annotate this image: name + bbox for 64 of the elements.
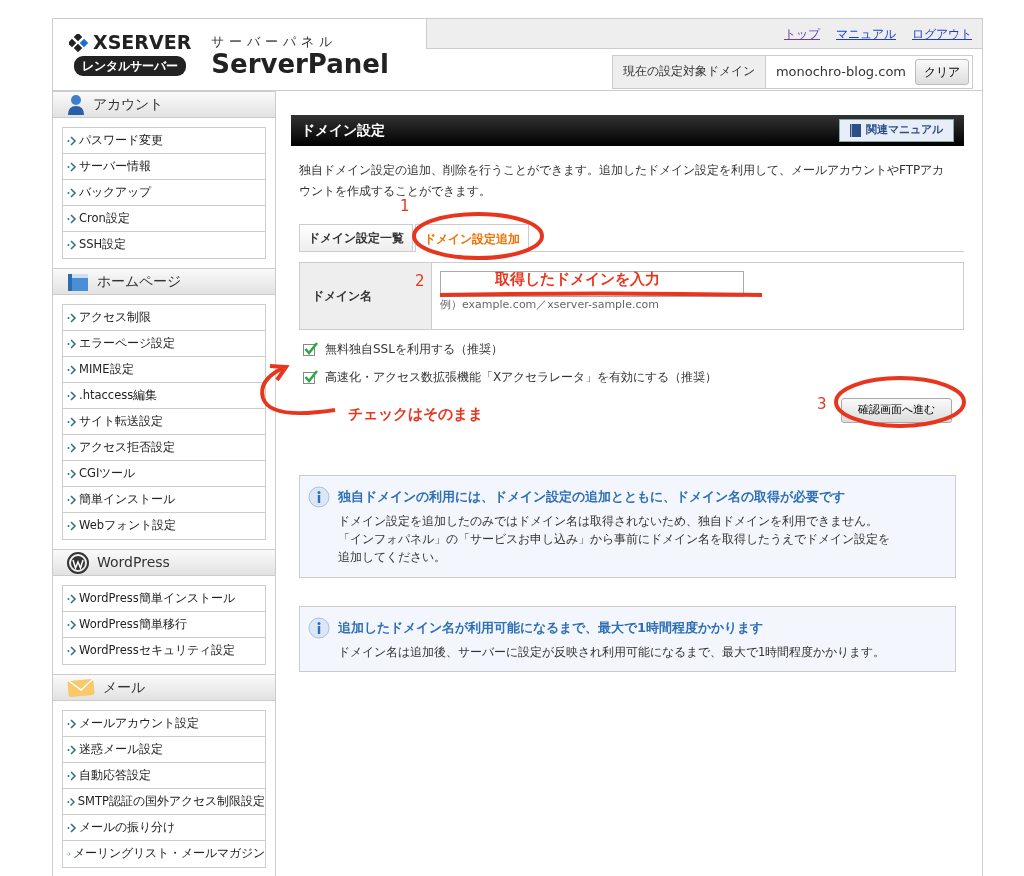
sidebar-item[interactable]: メールアカウント設定 xyxy=(63,711,265,737)
sidebar-item[interactable]: エラーページ設定 xyxy=(63,331,265,357)
sidebar-item[interactable]: .htaccess編集 xyxy=(63,383,265,409)
header-link[interactable]: トップ xyxy=(784,24,820,43)
annotation-number: 3 xyxy=(817,394,827,415)
domain-value: monochro-blog.com xyxy=(774,63,907,81)
diamond-logo-icon xyxy=(69,33,89,52)
sidebar-item[interactable]: アクセス拒否設定 xyxy=(63,435,265,461)
header-link[interactable]: マニュアル xyxy=(836,24,896,43)
brand-badge: レンタルサーバー xyxy=(74,56,187,76)
sidebar-item[interactable]: パスワード変更 xyxy=(63,128,265,154)
sidebar-item[interactable]: サイト転送設定 xyxy=(63,409,265,435)
field-hint: 例）example.com／xserver-sample.com xyxy=(440,297,660,313)
notice-text: ドメイン名は追加後、サーバーに設定が反映され利用可能になるまで、最大で1時間程度かかります。 xyxy=(337,643,887,661)
sidebar-item[interactable]: メールの振り分け xyxy=(63,815,265,841)
annotation-note: チェックはそのまま xyxy=(348,404,483,425)
sidebar-item[interactable]: 簡単インストール xyxy=(63,487,265,513)
product-name: ServerPanel xyxy=(211,51,389,78)
sidebar-section-title: アカウント xyxy=(93,95,163,114)
header-link[interactable]: ログアウト xyxy=(912,24,972,43)
annotation-number: 2 xyxy=(415,271,425,292)
sidebar-item[interactable]: WordPress簡単インストール xyxy=(63,586,265,612)
sidebar-item[interactable]: WordPress簡単移行 xyxy=(63,612,265,638)
sidebar-item[interactable]: Webフォント設定 xyxy=(63,513,265,539)
product-subtitle: サーバーパネル xyxy=(211,32,339,51)
sidebar-item[interactable]: SSH設定 xyxy=(63,232,265,258)
info-icon xyxy=(308,616,330,639)
checkbox[interactable] xyxy=(303,341,319,357)
notice-title: 追加したドメイン名が利用可能になるまで、最大で1時間程度かかります xyxy=(338,618,764,637)
notice-title: 独自ドメインの利用には、ドメイン設定の追加とともに、ドメイン名の取得が必要です xyxy=(338,487,845,506)
checkbox-label: 高速化・アクセス数拡張機能「Xアクセラレータ」を有効にする（推奨） xyxy=(325,369,718,386)
sidebar-section-title: ホームページ xyxy=(97,272,181,291)
sidebar-item[interactable]: 自動応答設定 xyxy=(63,763,265,789)
page-icon xyxy=(67,271,89,292)
sidebar-item[interactable]: アクセス制限 xyxy=(63,305,265,331)
brand-name: XSERVER xyxy=(93,33,192,52)
sidebar-item[interactable]: メーリングリスト・メールマガジン xyxy=(63,841,265,867)
sidebar-item[interactable]: SMTP認証の国外アクセス制限設定 xyxy=(63,789,265,815)
checkbox[interactable] xyxy=(303,369,319,385)
sidebar-section-title: WordPress xyxy=(97,553,170,572)
sidebar-item[interactable]: バックアップ xyxy=(63,180,265,206)
notice-text: ドメイン設定を追加したのみではドメイン名は取得されないため、独自ドメインを利用できません。 「インフォパネル」の「サービスお申し込み」から事前にドメイン名を取得したうえでドメイン設定を 追加してください。 xyxy=(337,512,891,567)
sidebar-item[interactable]: サーバー情報 xyxy=(63,154,265,180)
book-icon xyxy=(850,124,861,137)
tab[interactable]: ドメイン設定一覧 xyxy=(299,224,413,251)
manual-button[interactable]: 関連マニュアル xyxy=(839,119,954,142)
sidebar-item[interactable]: 迷惑メール設定 xyxy=(63,737,265,763)
confirm-button[interactable]: 確認画面へ進む xyxy=(841,398,952,423)
envelope-icon xyxy=(67,677,95,698)
sidebar-section-title: メール xyxy=(103,678,145,697)
info-icon xyxy=(308,485,330,508)
domain-label: 現在の設定対象ドメイン xyxy=(612,56,766,88)
sidebar-item[interactable]: MIME設定 xyxy=(63,357,265,383)
sidebar-item[interactable]: WordPressセキュリティ設定 xyxy=(63,638,265,664)
page-title: ドメイン設定 xyxy=(301,121,385,140)
sidebar-item[interactable]: CGIツール xyxy=(63,461,265,487)
checkbox-label: 無料独自SSLを利用する（推奨） xyxy=(325,341,503,358)
person-icon xyxy=(67,93,85,116)
description: 独自ドメイン設定の追加、削除を行うことができます。追加したドメイン設定を利用して、メールアカウントやFTPアカウントを作成することができます。 xyxy=(299,162,946,199)
circle-logo-icon xyxy=(67,551,89,574)
clear-button[interactable]: クリア xyxy=(915,59,969,85)
sidebar-item[interactable]: Cron設定 xyxy=(63,206,265,232)
annotation-note: 取得したドメインを入力 xyxy=(495,269,660,290)
annotation-number: 1 xyxy=(400,197,410,217)
